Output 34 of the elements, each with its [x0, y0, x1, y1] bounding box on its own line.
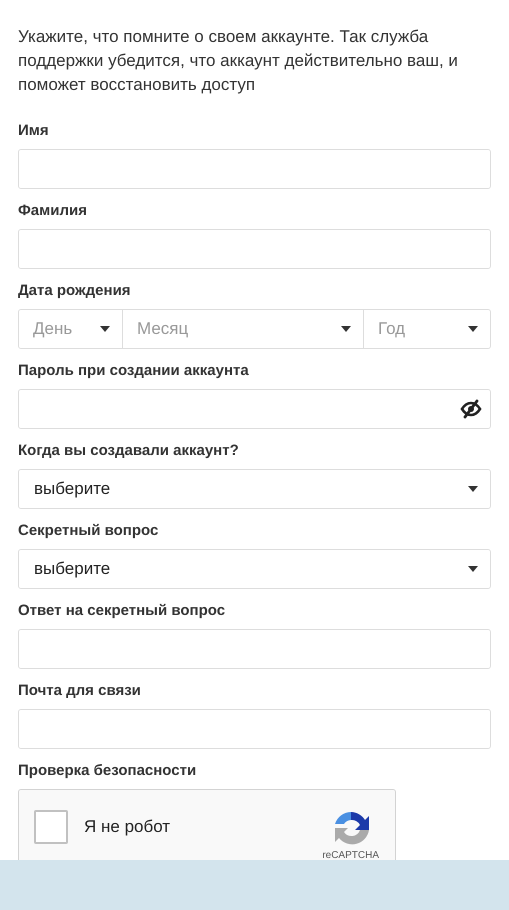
date-select[interactable]: Год	[364, 309, 491, 349]
captcha-brand: reCAPTCHA	[322, 850, 379, 860]
field-label: Пароль при создании аккаунта	[18, 361, 250, 381]
caret-icon	[341, 326, 351, 332]
text-field[interactable]	[18, 229, 491, 269]
text-field[interactable]	[18, 709, 491, 749]
password-field[interactable]	[18, 389, 491, 429]
select-field[interactable]: выберите	[18, 469, 491, 509]
select-value: выберите	[34, 478, 110, 500]
text-field[interactable]	[18, 629, 491, 669]
select-placeholder: Месяц	[137, 318, 188, 340]
intro-text: Укажите, что помните о своем аккаунте. Так служба поддержки убедится, что аккаунт действительно ваш, и поможет восстановить доступ	[18, 26, 459, 96]
select-placeholder: Год	[378, 318, 406, 340]
captcha-checkbox[interactable]	[34, 810, 68, 844]
field-label: Когда вы создавали аккаунт?	[18, 441, 240, 461]
field-label: Почта для связи	[18, 681, 142, 701]
hidden-eye-icon[interactable]	[460, 399, 482, 419]
select-placeholder: День	[33, 318, 72, 340]
select-value: выберите	[34, 558, 110, 580]
caret-icon	[468, 326, 478, 332]
field-label: Секретный вопрос	[18, 521, 160, 541]
field-label: Проверка безопасности	[18, 761, 198, 781]
select-field[interactable]: выберите	[18, 549, 491, 589]
field-label: Имя	[18, 121, 50, 141]
field-label: Дата рождения	[18, 281, 132, 301]
caret-icon	[468, 566, 478, 572]
caret-icon	[468, 486, 478, 492]
checkbox-label: Я не робот	[84, 816, 172, 838]
caret-icon	[100, 326, 110, 332]
text-field[interactable]	[18, 149, 491, 189]
date-select[interactable]: Месяц	[123, 309, 364, 349]
field-label: Фамилия	[18, 201, 88, 221]
field-label: Ответ на секретный вопрос	[18, 601, 226, 621]
date-select[interactable]: День	[18, 309, 123, 349]
